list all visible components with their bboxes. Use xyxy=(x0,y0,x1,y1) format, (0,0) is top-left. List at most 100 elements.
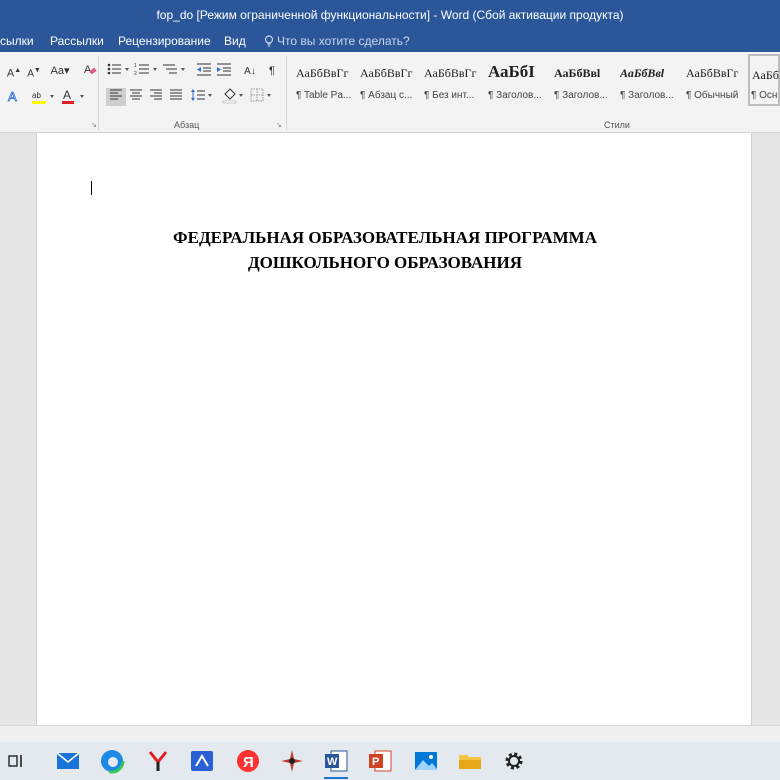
increase-indent-button[interactable] xyxy=(214,62,234,80)
mail-app-icon xyxy=(191,751,213,771)
taskbar: Я W P xyxy=(0,742,780,780)
eraser-icon: A xyxy=(84,64,97,76)
text-effects-icon: A xyxy=(8,89,18,105)
svg-text:A: A xyxy=(63,88,71,102)
shrink-font-label: A xyxy=(27,68,34,80)
highlight-color-button[interactable]: ab xyxy=(30,88,56,106)
pilcrow-label: ¶ xyxy=(269,65,275,77)
align-center-button[interactable] xyxy=(126,88,146,106)
style-heading-3[interactable]: АаБбВвl ¶ Заголов... xyxy=(618,54,682,106)
style-sample: АаБбI xyxy=(488,62,535,81)
word-taskbar-button[interactable]: W xyxy=(322,747,350,779)
document-page[interactable] xyxy=(36,133,752,725)
svg-text:A: A xyxy=(84,64,92,76)
style-name: ¶ Обычный xyxy=(686,90,739,101)
group-separator xyxy=(286,56,287,130)
justify-icon xyxy=(170,89,182,100)
grow-font-button[interactable]: A▲ xyxy=(4,62,24,80)
status-bar xyxy=(0,725,780,743)
style-name: ¶ Абзац с... xyxy=(360,90,413,101)
word-icon: W xyxy=(325,750,348,772)
document-title: ФЕДЕРАЛЬНАЯ ОБРАЗОВАТЕЛЬНАЯ ПРОГРАММА ДО… xyxy=(0,225,770,275)
text-effects-button[interactable]: A xyxy=(4,88,24,106)
multilevel-list-button[interactable] xyxy=(162,62,188,80)
app-taskbar-button[interactable] xyxy=(278,747,306,775)
align-left-icon xyxy=(110,89,122,100)
decrease-indent-button[interactable] xyxy=(194,62,214,80)
align-left-button[interactable] xyxy=(106,88,126,106)
clear-formatting-button[interactable]: A xyxy=(80,62,100,80)
yandex-browser-icon xyxy=(148,751,168,771)
style-sample: АаБбВвГг xyxy=(296,66,349,80)
app-icon xyxy=(281,750,303,772)
tab-review[interactable]: Рецензирование xyxy=(118,30,211,52)
gear-icon xyxy=(505,752,523,770)
style-heading-2[interactable]: АаБбВвl ¶ Заголов... xyxy=(552,54,616,106)
justify-button[interactable] xyxy=(166,88,186,106)
edge-icon xyxy=(99,748,125,774)
svg-text:ab: ab xyxy=(32,91,41,100)
tell-me-placeholder: Что вы хотите сделать? xyxy=(277,34,410,48)
line-spacing-icon xyxy=(191,89,212,101)
settings-taskbar-button[interactable] xyxy=(500,747,528,775)
tab-references[interactable]: сылки xyxy=(0,30,34,52)
increase-indent-icon xyxy=(217,63,231,76)
task-view-icon xyxy=(8,755,22,767)
paint-bucket-icon xyxy=(222,88,243,104)
mail-app-taskbar-button[interactable] xyxy=(188,747,216,775)
style-sample: АаБбВвГг xyxy=(686,66,739,80)
mail-taskbar-button[interactable] xyxy=(54,747,82,775)
font-dialog-launcher[interactable]: ↘ xyxy=(91,121,97,129)
styles-group-label: Стили xyxy=(604,120,630,130)
mail-icon xyxy=(56,752,80,769)
numbering-button[interactable]: 12 xyxy=(134,62,160,80)
ribbon-tabs: сылки Рассылки Рецензирование Вид Что вы… xyxy=(0,30,780,52)
style-normal[interactable]: АаБбВвГг ¶ Обычный xyxy=(684,54,748,106)
tell-me-search[interactable]: Что вы хотите сделать? xyxy=(264,30,410,52)
style-heading-1[interactable]: АаБбI ¶ Заголов... xyxy=(486,54,550,106)
window-title-bar: fop_do [Режим ограниченной функционально… xyxy=(0,0,780,30)
style-sample: АаБбВвl xyxy=(620,66,665,80)
change-case-label: Aa xyxy=(50,65,64,77)
font-color-button[interactable]: A xyxy=(60,88,86,106)
style-table-paragraph[interactable]: АаБбВвГг ¶ Table Pa... xyxy=(294,54,358,106)
photos-taskbar-button[interactable] xyxy=(412,747,440,775)
shading-button[interactable] xyxy=(222,88,246,106)
style-name: ¶ Заголов... xyxy=(554,90,608,101)
tab-view[interactable]: Вид xyxy=(224,30,246,52)
lightbulb-icon xyxy=(264,35,274,47)
shrink-font-button[interactable]: A▼ xyxy=(24,62,44,80)
change-case-button[interactable]: Aa▾ xyxy=(48,62,72,80)
group-separator xyxy=(98,56,99,130)
powerpoint-icon: P xyxy=(369,750,392,772)
style-name: ¶ Без инт... xyxy=(424,90,475,101)
borders-button[interactable] xyxy=(250,88,274,106)
align-center-icon xyxy=(130,89,142,100)
svg-text:A: A xyxy=(8,89,17,104)
style-sample: АаБбВвГг xyxy=(424,66,477,80)
yandex-browser-taskbar-button[interactable] xyxy=(144,747,172,775)
document-title-line-1: ФЕДЕРАЛЬНАЯ ОБРАЗОВАТЕЛЬНАЯ ПРОГРАММА xyxy=(173,228,597,247)
svg-text:W: W xyxy=(327,756,338,768)
document-area: ФЕДЕРАЛЬНАЯ ОБРАЗОВАТЕЛЬНАЯ ПРОГРАММА ДО… xyxy=(0,133,780,725)
style-body-text[interactable]: АаБбВвГг ¶ Осн xyxy=(748,54,780,106)
style-no-spacing[interactable]: АаБбВвГг ¶ Без инт... xyxy=(422,54,486,106)
align-right-button[interactable] xyxy=(146,88,166,106)
style-list-paragraph[interactable]: АаБбВвГг ¶ Абзац с... xyxy=(358,54,422,106)
yandex-taskbar-button[interactable]: Я xyxy=(234,747,262,775)
line-spacing-button[interactable] xyxy=(190,88,214,106)
edge-taskbar-button[interactable] xyxy=(98,747,126,775)
task-view-button[interactable] xyxy=(6,747,34,775)
ribbon: A▲ A▼ Aa▾ A A ab A 12 A↓ ¶ ↘ Абзац ↘ АаБ… xyxy=(0,52,780,133)
window-title: fop_do [Режим ограниченной функционально… xyxy=(156,8,624,22)
style-sample: АаБбВвl xyxy=(554,66,601,80)
file-explorer-taskbar-button[interactable] xyxy=(456,747,484,775)
show-formatting-marks-button[interactable]: ¶ xyxy=(262,62,282,80)
font-color-icon: A xyxy=(62,88,84,104)
yandex-icon: Я xyxy=(237,750,259,772)
sort-button[interactable]: A↓ xyxy=(240,62,260,80)
bullets-button[interactable] xyxy=(106,62,132,80)
paragraph-dialog-launcher[interactable]: ↘ xyxy=(276,121,282,129)
powerpoint-taskbar-button[interactable]: P xyxy=(366,747,394,775)
tab-mailings[interactable]: Рассылки xyxy=(50,30,104,52)
